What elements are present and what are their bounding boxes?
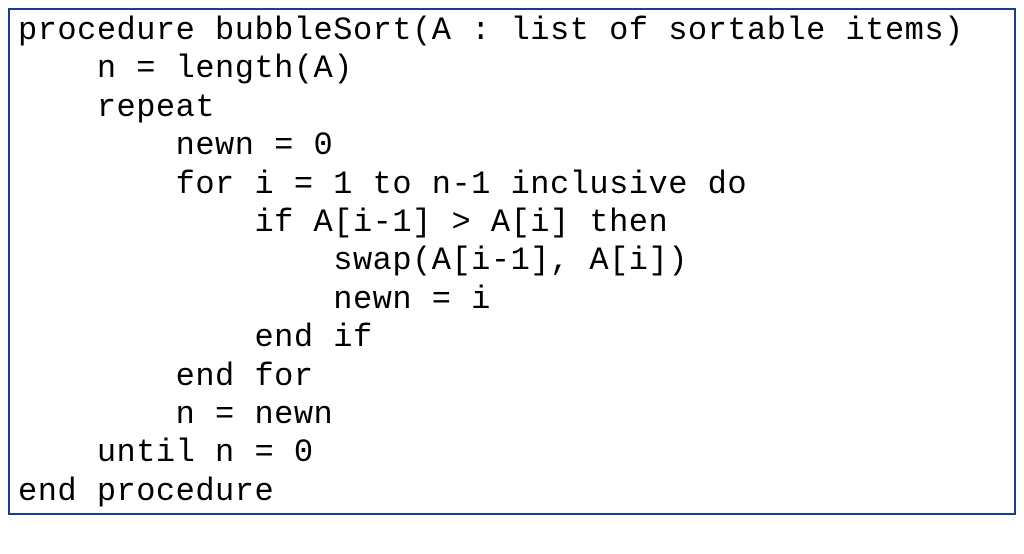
code-line: until n = 0: [18, 434, 1006, 472]
pseudocode-block: procedure bubbleSort(A : list of sortabl…: [8, 8, 1016, 515]
code-line: end if: [18, 319, 1006, 357]
code-line: repeat: [18, 89, 1006, 127]
code-line: procedure bubbleSort(A : list of sortabl…: [18, 12, 1006, 50]
code-line: n = newn: [18, 396, 1006, 434]
code-line: end for: [18, 358, 1006, 396]
code-line: end procedure: [18, 473, 1006, 511]
code-line: newn = i: [18, 281, 1006, 319]
code-line: if A[i-1] > A[i] then: [18, 204, 1006, 242]
code-line: for i = 1 to n-1 inclusive do: [18, 166, 1006, 204]
code-line: newn = 0: [18, 127, 1006, 165]
code-line: n = length(A): [18, 50, 1006, 88]
code-line: swap(A[i-1], A[i]): [18, 242, 1006, 280]
